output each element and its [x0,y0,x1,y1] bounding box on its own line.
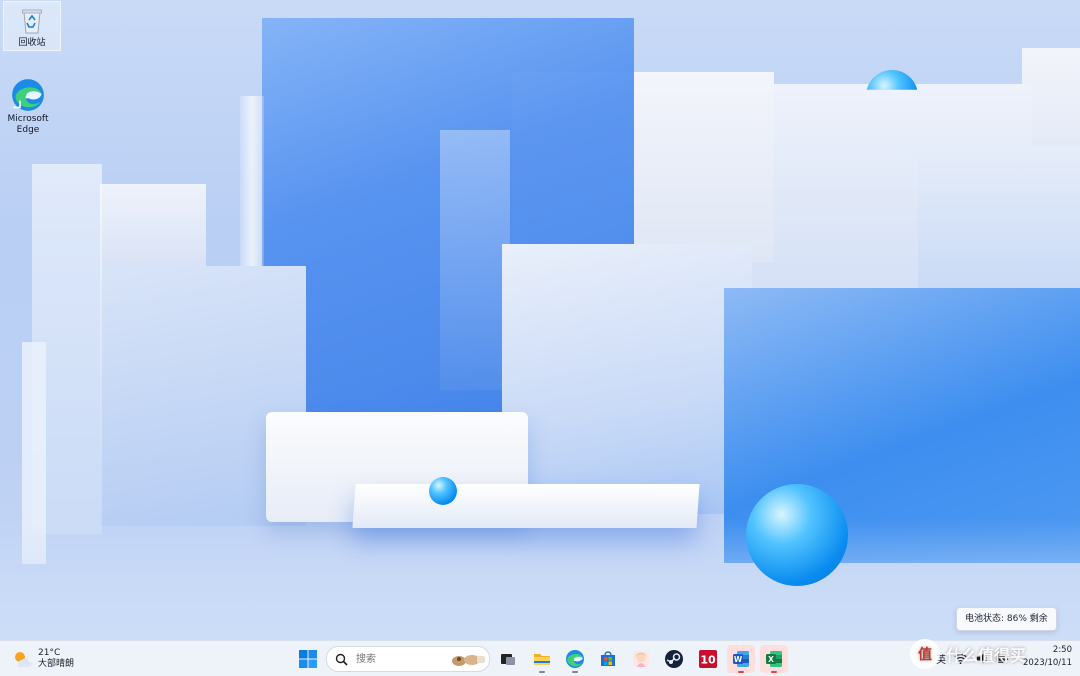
desktop: 回收站 Microsoft Edge 电池状态: 86% 剩余 [0,0,1080,640]
search-input[interactable] [354,652,448,666]
10-app-icon: 10 [699,650,717,668]
weather-desc: 大部晴朗 [38,659,75,669]
wallpaper-sphere [429,477,457,505]
weather-widget[interactable]: 21°C 大部晴朗 [12,645,74,673]
volume-icon[interactable] [975,652,988,665]
taskbar-app-file-explorer[interactable] [528,645,556,673]
start-button[interactable] [294,645,322,673]
taskbar-clock[interactable]: 2:50 2023/10/11 [1023,644,1072,670]
desktop-icon-edge[interactable]: Microsoft Edge [0,78,56,142]
desktop-icon-recycle-bin[interactable]: 回收站 [3,1,61,51]
wallpaper-slab [352,484,700,528]
svg-text:X: X [768,655,774,664]
system-tray: 英 [918,641,1013,676]
taskbar-app-word[interactable]: W [727,645,755,673]
task-view-icon [501,654,515,665]
edge-icon [566,650,584,668]
wallpaper-shape [440,130,510,390]
task-view-button[interactable] [494,645,522,673]
svg-text:W: W [734,655,743,664]
recycle-bin-icon [22,9,42,34]
search-highlight-icon [452,655,485,666]
desktop-icon-label: Microsoft Edge [7,114,49,135]
desktop-icon-label: 回收站 [18,38,46,48]
app-running-indicator [738,671,744,673]
search-icon [335,653,348,666]
microsoft-store-icon [601,651,615,666]
app-running-indicator [539,671,545,673]
taskbar-app-edge[interactable] [561,645,589,673]
wallpaper-shape [100,184,206,274]
anime-app-icon [633,651,649,667]
wallpaper-shape [502,244,752,514]
file-explorer-icon [534,654,550,665]
taskbar-app-anime[interactable] [627,645,655,673]
app-running-indicator [572,671,578,673]
weather-temp: 21°C [38,648,61,658]
wallpaper-floor [0,520,1080,640]
taskbar-app-excel[interactable]: X [760,645,788,673]
taskbar-app-steam[interactable] [660,645,688,673]
edge-icon [12,79,44,111]
excel-icon: X [766,651,782,667]
clock-date: 2023/10/11 [1023,658,1072,668]
taskbar: 21°C 大部晴朗 搜索 10 W X 英 2:50 2023/10/11 [0,640,1080,676]
taskbar-app-store[interactable] [594,645,622,673]
wifi-icon[interactable] [954,652,967,665]
wallpaper-shape [918,146,1080,306]
battery-tooltip: 电池状态: 86% 剩余 [956,607,1057,631]
wallpaper-sphere [746,484,848,586]
input-method-indicator[interactable]: 英 [936,651,946,666]
app-running-indicator [771,671,777,673]
word-icon: W [733,651,749,667]
taskbar-search[interactable] [326,646,490,672]
battery-icon[interactable] [996,652,1009,665]
svg-text:10: 10 [700,654,716,667]
partly-sunny-icon [15,652,32,667]
taskbar-app-10[interactable]: 10 [694,645,722,673]
steam-icon [665,650,683,668]
wallpaper-shape [240,96,264,272]
clock-time: 2:50 [1052,645,1072,655]
start-icon [299,650,317,668]
